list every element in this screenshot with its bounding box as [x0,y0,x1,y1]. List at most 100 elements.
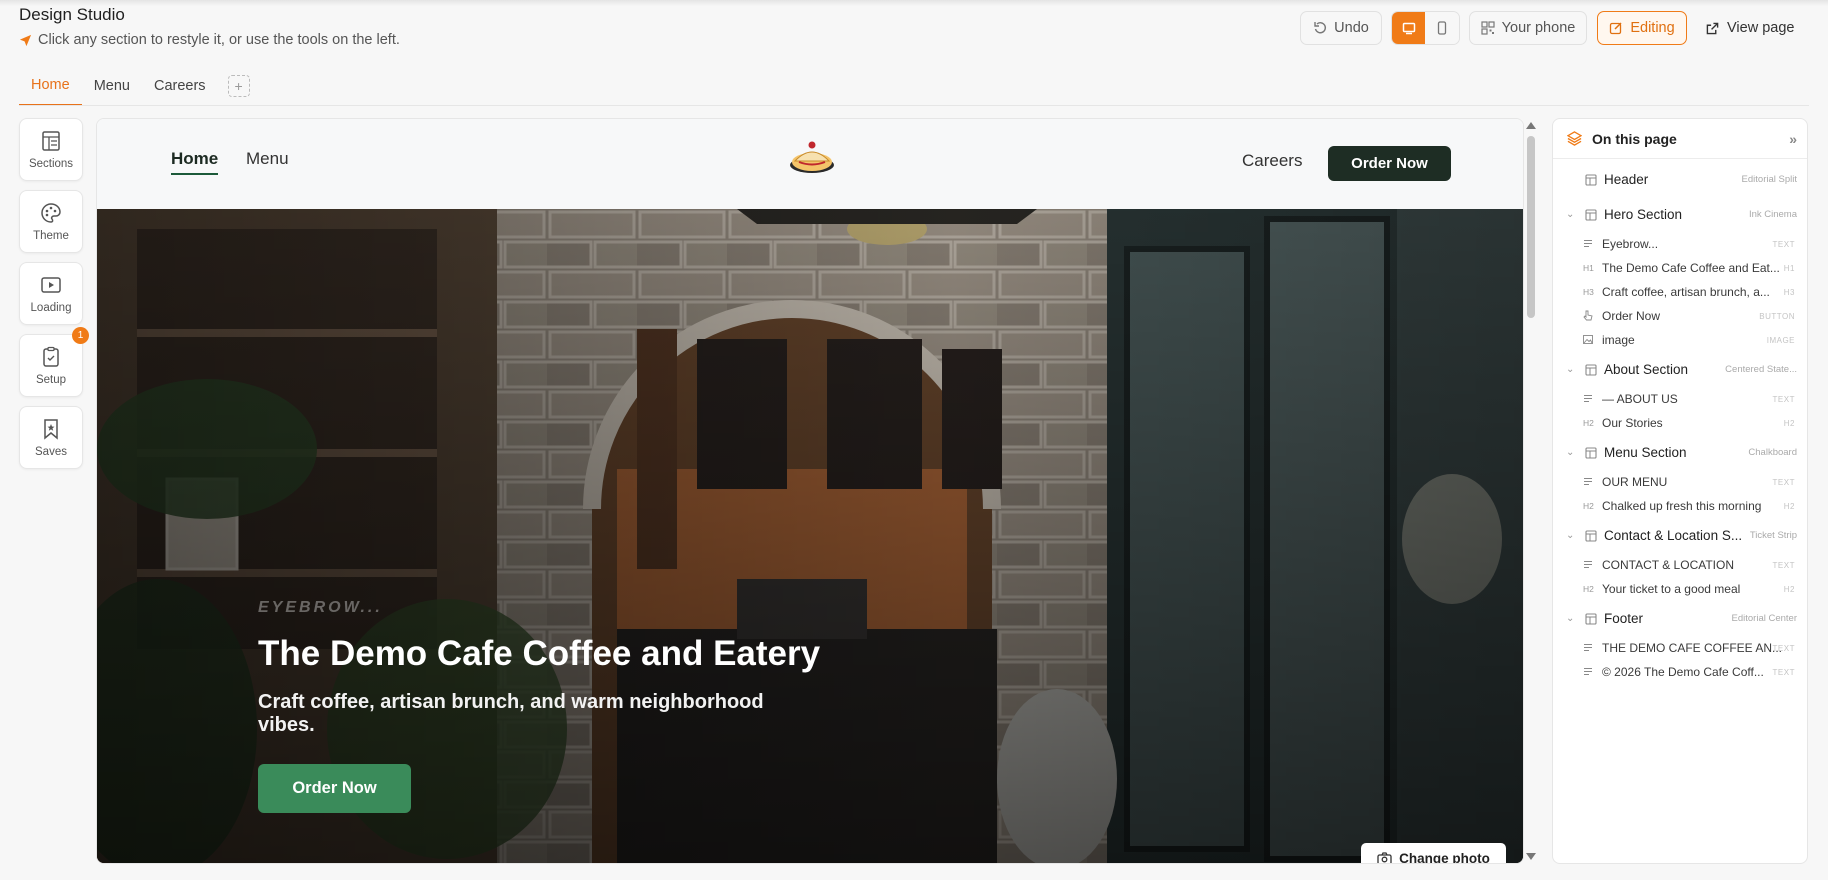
hero-eyebrow[interactable]: EYEBROW... [258,599,383,617]
tab-menu[interactable]: Menu [82,66,142,106]
outline-element-type: H1 [1783,263,1795,273]
tool-sections[interactable]: Sections [19,118,83,181]
editing-button[interactable]: Editing [1597,11,1687,45]
chevron-down-icon[interactable]: ⌄ [1566,613,1574,624]
tab-careers[interactable]: Careers [142,66,218,106]
outline-element-label: The Demo Cafe Coffee and Eat... [1602,261,1780,275]
outline-section-style: Editorial Center [1731,613,1797,624]
outline-element[interactable]: image IMAGE [1553,328,1807,352]
outline-element-type: IMAGE [1766,335,1795,345]
outline-section[interactable]: ⌄ Hero Section Ink Cinema [1553,197,1807,232]
outline-element-type: TEXT [1772,560,1795,570]
outline-element[interactable]: © 2026 The Demo Cafe Coff... TEXT [1553,660,1807,684]
site-nav-home[interactable]: Home [171,149,219,175]
chevron-down-icon[interactable]: ⌄ [1566,209,1574,220]
outline-section[interactable]: Header Editorial Split [1553,162,1807,197]
outline-element-type: H2 [1783,501,1795,511]
tool-loading[interactable]: Loading [19,262,83,325]
outline-element-type: H3 [1783,287,1795,297]
hero-title[interactable]: The Demo Cafe Coffee and Eatery [258,634,820,674]
canvas-scrollbar[interactable] [1525,118,1536,864]
app-title: Design Studio [19,5,125,24]
your-phone-label: Your phone [1501,20,1576,36]
site-nav-menu[interactable]: Menu [246,149,289,169]
site-order-now-button[interactable]: Order Now [1328,146,1451,181]
undo-label: Undo [1334,20,1369,36]
outline-element[interactable]: H3 Craft coffee, artisan brunch, a... H3 [1553,280,1807,304]
chevron-down-icon[interactable]: ⌄ [1566,530,1574,541]
desktop-view-button[interactable] [1392,12,1426,44]
tool-loading-label: Loading [30,301,72,314]
tool-theme-label: Theme [33,229,69,242]
loading-icon [41,276,61,293]
outline-element-label: — ABOUT US [1602,392,1678,406]
device-toggle [1391,11,1460,45]
view-page-link[interactable]: View page [1706,11,1794,45]
outline-element-label: THE DEMO CAFE COFFEE AN... [1602,641,1783,655]
hero-order-now-button[interactable]: Order Now [258,764,411,813]
text-icon [1583,394,1599,405]
change-photo-button[interactable]: Change photo [1361,843,1506,864]
tool-setup-label: Setup [35,373,67,386]
chevron-down-icon[interactable]: ⌄ [1566,447,1574,458]
outline-element[interactable]: Order Now BUTTON [1553,304,1807,328]
bookmark-icon [44,418,58,440]
clipboard-icon [43,346,59,367]
scroll-thumb[interactable] [1527,136,1535,318]
outline-section[interactable]: ⌄ Contact & Location S... Ticket Strip [1553,518,1807,553]
outline-tree: Header Editorial Split ⌄ Hero Section Ink Ci… [1553,162,1807,684]
outline-element[interactable]: CONTACT & LOCATION TEXT [1553,553,1807,577]
outline-element[interactable]: — ABOUT US TEXT [1553,387,1807,411]
outline-element[interactable]: Eyebrow... TEXT [1553,232,1807,256]
outline-element-type: H2 [1783,418,1795,428]
tab-home[interactable]: Home [19,66,82,106]
scroll-up-arrow[interactable] [1526,122,1536,129]
heading-tag: H2 [1583,584,1594,594]
external-link-icon [1706,22,1719,34]
editing-label: Editing [1630,20,1675,36]
outline-section[interactable]: ⌄ Menu Section Chalkboard [1553,435,1807,470]
outline-element-type: TEXT [1772,667,1795,677]
outline-element[interactable]: H2 Chalked up fresh this morning H2 [1553,494,1807,518]
palette-icon [41,202,61,223]
top-shadow [0,0,1828,6]
site-preview-canvas[interactable]: Home Menu Careers Order Now EYEBROW... T… [96,118,1524,864]
layers-icon [1567,131,1582,146]
desktop-icon [1402,22,1415,35]
section-icon [1585,446,1597,459]
outline-section-label: Header [1604,172,1649,187]
heading-tag: H3 [1583,287,1594,297]
outline-element[interactable]: H2 Your ticket to a good meal H2 [1553,577,1807,601]
outline-section[interactable]: ⌄ About Section Centered State... [1553,352,1807,387]
site-nav-careers[interactable]: Careers [1242,151,1302,171]
change-photo-label: Change photo [1399,850,1490,864]
undo-button[interactable]: Undo [1300,11,1382,45]
scroll-down-arrow[interactable] [1526,853,1536,860]
hero-section[interactable]: EYEBROW... The Demo Cafe Coffee and Eate… [97,209,1523,864]
outline-element[interactable]: THE DEMO CAFE COFFEE AN... TEXT [1553,636,1807,660]
hero-subtitle[interactable]: Craft coffee, artisan brunch, and warm n… [258,691,818,737]
outline-section[interactable]: ⌄ Footer Editorial Center [1553,601,1807,636]
outline-section-style: Editorial Split [1741,174,1797,185]
mobile-view-button[interactable] [1425,12,1459,44]
outline-element[interactable]: OUR MENU TEXT [1553,470,1807,494]
view-page-label: View page [1727,20,1795,36]
chevron-down-icon[interactable]: ⌄ [1566,364,1574,375]
your-phone-button[interactable]: Your phone [1469,11,1587,45]
outline-element[interactable]: H2 Our Stories H2 [1553,411,1807,435]
collapse-panel-icon[interactable]: » [1789,131,1797,147]
undo-icon [1314,22,1327,34]
tool-theme[interactable]: Theme [19,190,83,253]
outline-section-style: Chalkboard [1748,447,1797,458]
outline-element-type: TEXT [1772,477,1795,487]
pointer-icon [1583,310,1599,323]
tool-setup[interactable]: Setup 1 [19,327,89,397]
tool-saves[interactable]: Saves [19,406,83,469]
outline-element-type: TEXT [1772,394,1795,404]
site-header[interactable]: Home Menu Careers Order Now [97,119,1523,209]
text-icon [1583,560,1599,571]
add-page-button[interactable]: + [227,75,250,97]
outline-element[interactable]: H1 The Demo Cafe Coffee and Eat... H1 [1553,256,1807,280]
tabs-divider [19,105,1809,106]
text-icon [1583,667,1599,678]
